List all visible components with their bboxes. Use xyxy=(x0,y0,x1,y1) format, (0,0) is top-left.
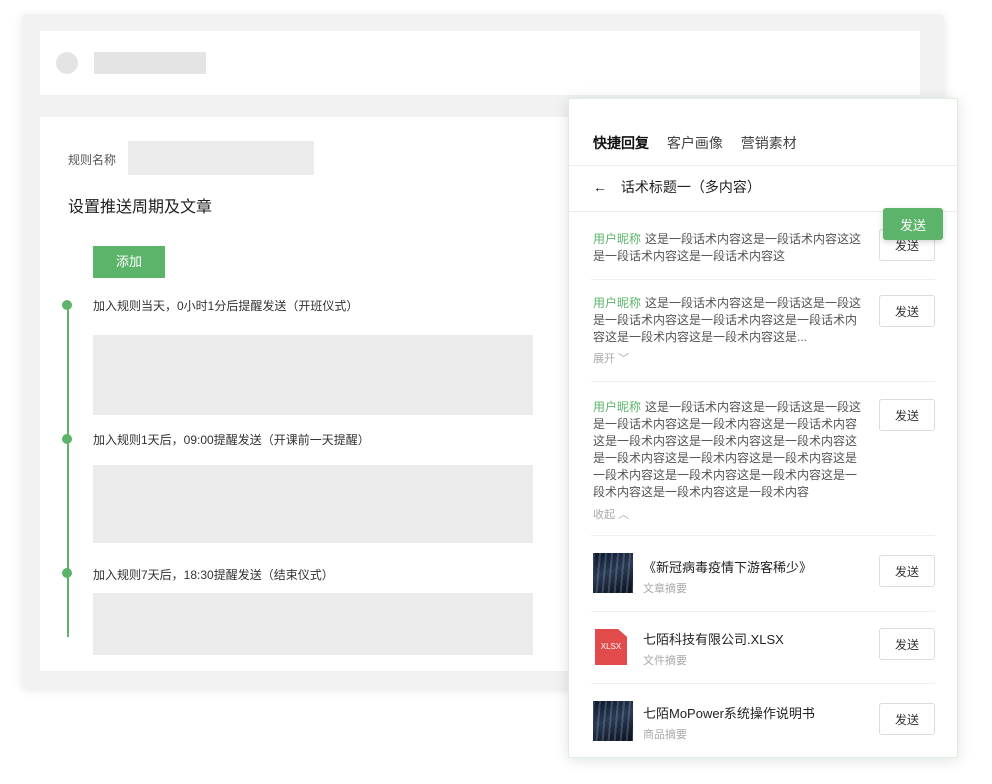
article-summary: 文章摘要 xyxy=(643,583,687,595)
script-title: 话术标题一（多内容） xyxy=(620,179,761,195)
rule-name-input[interactable] xyxy=(128,141,314,175)
quick-reply-panel: 快捷回复 客户画像 营销素材 ← 话术标题一（多内容） 用户昵称 这是一段话术内容… xyxy=(568,98,958,758)
expand-label: 展开 xyxy=(593,353,615,365)
script-title-row: ← 话术标题一（多内容） xyxy=(593,177,761,197)
panel-tabs: 快捷回复 客户画像 营销素材 xyxy=(593,133,811,153)
divider xyxy=(591,381,935,382)
reply-message: 用户昵称 这是一段话术内容这是一段话术内容这这是一段话术内容这是一段话术内容这 xyxy=(593,231,865,265)
chevron-up-icon: ︿ xyxy=(618,509,630,521)
divider xyxy=(591,279,935,280)
send-button-hover[interactable]: 发送 xyxy=(883,208,943,240)
avatar-placeholder xyxy=(56,52,78,74)
product-title: 七陌MoPower系统操作说明书 xyxy=(643,706,815,721)
timeline-line xyxy=(67,305,69,637)
reply-message: 用户昵称 这是一段话术内容这是一段话这是一段这是一段话术内容这是一段术内容这是一段… xyxy=(593,399,865,501)
divider xyxy=(569,165,957,166)
reply-text: 这是一段话术内容这是一段话这是一段这是一段话术内容这是一段术内容这是一段话术内容… xyxy=(593,400,862,499)
rule-name-label: 规则名称 xyxy=(68,153,117,167)
header-bar xyxy=(40,31,920,95)
send-button[interactable]: 发送 xyxy=(879,628,935,660)
file-summary: 文件摘要 xyxy=(643,655,687,667)
xlsx-file-icon: XLSX xyxy=(595,629,627,665)
timeline-step-text: 加入规则当天，0小时1分后提醒发送（开班仪式） xyxy=(93,299,359,313)
back-arrow-icon[interactable]: ← xyxy=(593,179,607,195)
divider xyxy=(591,611,935,612)
product-thumbnail xyxy=(593,701,633,741)
tab-customer-profile[interactable]: 客户画像 xyxy=(667,133,723,153)
timeline-step-content[interactable] xyxy=(93,593,533,655)
timeline-step-text: 加入规则7天后，18:30提醒发送（结束仪式） xyxy=(93,568,334,582)
send-button[interactable]: 发送 xyxy=(879,703,935,735)
timeline-step-content[interactable] xyxy=(93,465,533,543)
send-button[interactable]: 发送 xyxy=(879,295,935,327)
add-button[interactable]: 添加 xyxy=(93,246,165,278)
divider xyxy=(591,683,935,684)
chevron-down-icon: ﹀ xyxy=(618,353,630,365)
article-title: 《新冠病毒疫情下游客稀少》 xyxy=(643,560,813,575)
user-nickname: 用户昵称 xyxy=(593,296,642,310)
collapse-label: 收起 xyxy=(593,509,615,521)
timeline-dot xyxy=(62,434,72,444)
timeline-dot xyxy=(62,568,72,578)
file-title: 七陌科技有限公司.XLSX xyxy=(643,632,784,647)
tab-quick-reply[interactable]: 快捷回复 xyxy=(593,133,649,153)
title-placeholder xyxy=(94,52,206,74)
divider xyxy=(591,535,935,536)
section-title: 设置推送周期及文章 xyxy=(68,199,213,216)
reply-message: 用户昵称 这是一段话术内容这是一段话这是一段这是一段话术内容这是一段话术内容这是一… xyxy=(593,295,865,346)
timeline-step-text: 加入规则1天后，09:00提醒发送（开课前一天提醒） xyxy=(93,433,370,447)
timeline-dot xyxy=(62,300,72,310)
article-thumbnail xyxy=(593,553,633,593)
tab-marketing-material[interactable]: 营销素材 xyxy=(741,133,797,153)
send-button[interactable]: 发送 xyxy=(879,555,935,587)
collapse-toggle[interactable]: 收起 ︿ xyxy=(593,506,629,522)
expand-toggle[interactable]: 展开 ﹀ xyxy=(593,350,629,366)
product-summary: 商品摘要 xyxy=(643,729,687,741)
user-nickname: 用户昵称 xyxy=(593,232,642,246)
user-nickname: 用户昵称 xyxy=(593,400,642,414)
send-button[interactable]: 发送 xyxy=(879,399,935,431)
timeline-step-content[interactable] xyxy=(93,335,533,415)
